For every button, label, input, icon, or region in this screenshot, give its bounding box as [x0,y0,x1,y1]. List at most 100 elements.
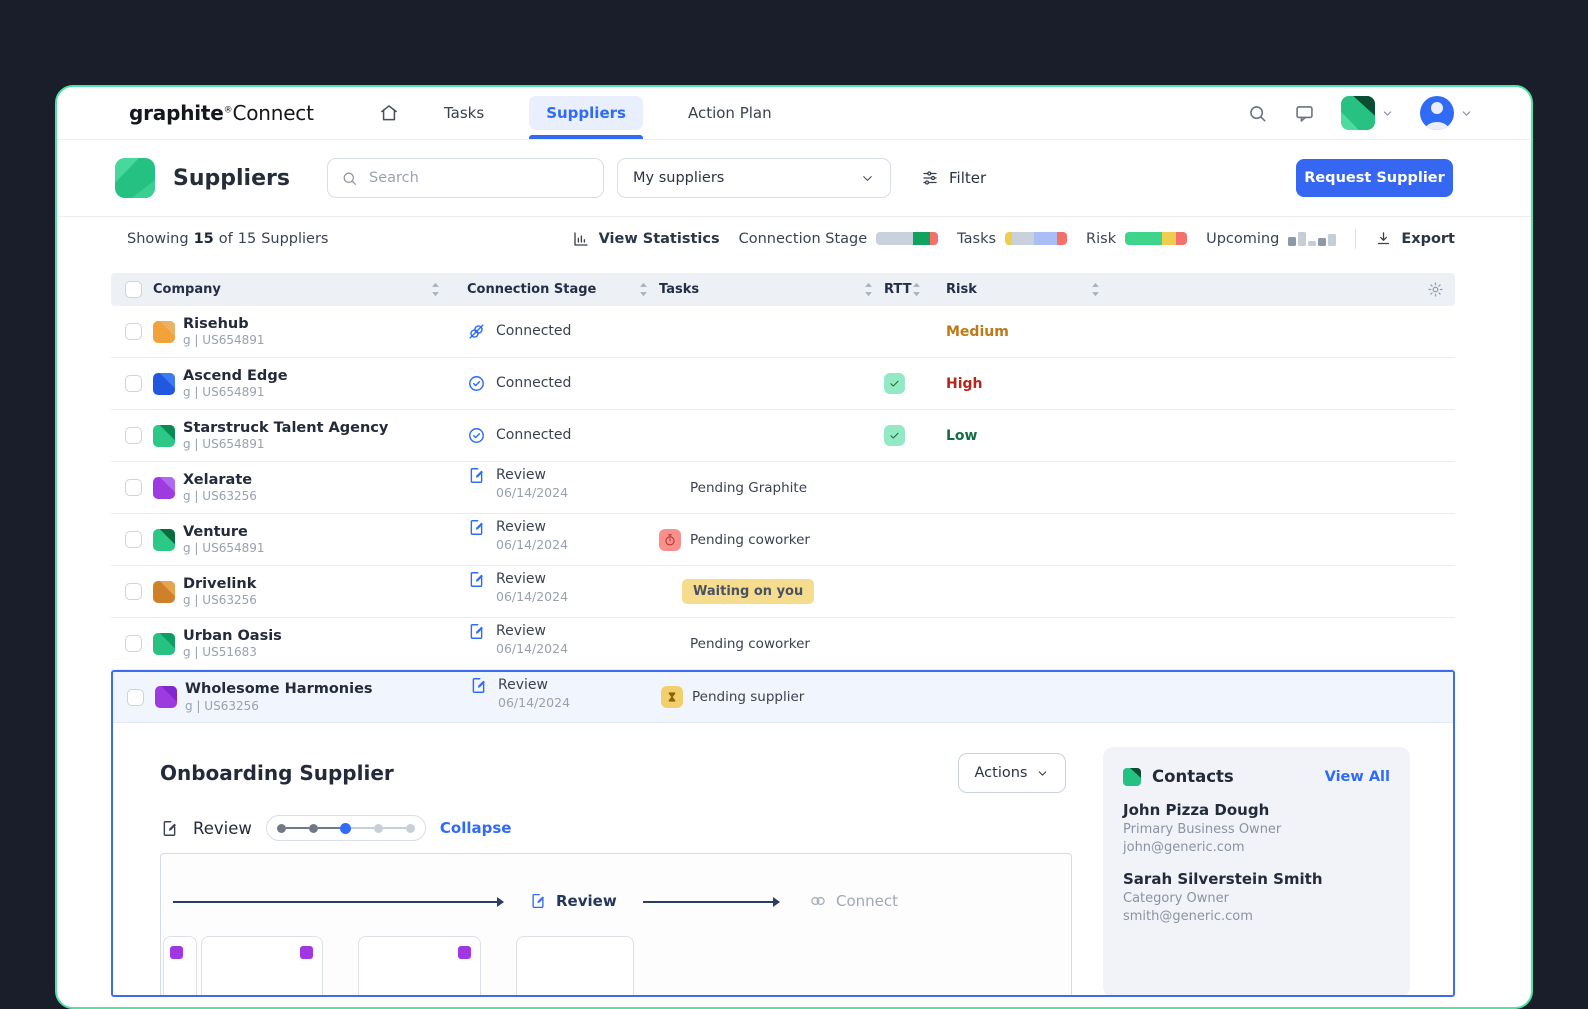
tasks-cell [659,358,884,409]
company-logo [153,320,175,343]
row-checkbox[interactable] [127,688,144,706]
filler-cell [1111,566,1415,617]
table-row[interactable]: Venture g | US654891 Review 06/14/2024 Pendi… [111,514,1455,566]
rtt-cell [884,618,928,669]
chevron-down-icon [1381,107,1394,120]
stage-text: Connected [496,322,571,340]
stage-label: Review [496,519,546,535]
timeline-stage-review: Review [529,892,617,910]
company-logo [153,424,175,447]
table-row[interactable]: Wholesome Harmonies g | US63256 Review 06/1… [113,672,1453,723]
check-circle-icon [467,426,486,445]
contacts-title: Contacts [1152,767,1234,786]
timeline-card-marker [300,946,313,959]
sort-icon[interactable] [1090,282,1101,297]
sort-icon[interactable] [430,282,441,297]
row-checkbox[interactable] [125,635,142,652]
view-all-link[interactable]: View All [1325,769,1390,785]
tasks-cell: Pending coworker [659,514,884,565]
connection-stage-cell: Connected [451,306,659,357]
connect-icon [809,892,827,910]
sort-icon[interactable] [638,282,649,297]
legend-bar [876,232,939,245]
tasks-cell [659,410,884,461]
collapse-link[interactable]: Collapse [440,819,512,837]
connection-stage-cell: Review 06/14/2024 [453,672,661,726]
table-row[interactable]: Drivelink g | US63256 Review 06/14/2024 Wait… [111,566,1455,618]
request-supplier-button[interactable]: Request Supplier [1296,159,1453,197]
legend-segment [1012,232,1034,245]
row-checkbox[interactable] [125,479,142,496]
rtt-cell [884,410,928,461]
nav-item-tasks[interactable]: Tasks [427,87,501,139]
column-header-filler [1111,273,1415,306]
row-checkbox[interactable] [125,323,142,340]
legend-connection-stage[interactable]: Connection Stage [739,231,939,247]
table-row[interactable]: Urban Oasis g | US51683 Review 06/14/2024 Pe… [111,618,1455,670]
nav-item-action-plan[interactable]: Action Plan [671,87,789,139]
company-name: Xelarate [183,471,253,488]
row-checkbox[interactable] [125,427,142,444]
user-menu[interactable] [1420,96,1473,130]
upcoming-legend[interactable]: Upcoming [1206,230,1337,247]
suppliers-table: Company Connection Stage Tasks RTT Risk Rise… [111,273,1455,997]
search-icon[interactable] [1247,103,1268,124]
task-icon-chip [659,528,681,551]
filler-cell [1111,358,1415,409]
nav-item-label: Action Plan [687,104,772,122]
legend-tasks[interactable]: Tasks [957,231,1067,247]
legend-risk[interactable]: Risk [1086,231,1188,247]
table-row[interactable]: Xelarate g | US63256 Review 06/14/2024 Pendi… [111,462,1455,514]
stepper-segment [383,826,406,830]
row-checkbox[interactable] [125,375,142,392]
column-header-connection-stage: Connection Stage [451,273,659,306]
sort-icon[interactable] [911,282,922,297]
timeline-card [358,936,481,995]
sort-icon[interactable] [863,282,874,297]
gear-icon[interactable] [1427,281,1444,298]
table-body: Risehub g | US654891 Connected Medium Ascend… [111,306,1455,670]
check-icon [888,377,901,390]
scope-select[interactable]: My suppliers [617,158,891,198]
row-checkbox[interactable] [125,583,142,600]
supplier-search[interactable] [327,158,604,198]
column-header-select [111,273,153,306]
search-input[interactable] [367,169,590,187]
contact-name: Sarah Silverstein Smith [1123,870,1323,888]
upcoming-label: Upcoming [1206,230,1280,247]
table-row[interactable]: Ascend Edge g | US654891 Connected High [111,358,1455,410]
table-row[interactable]: Starstruck Talent Agency g | US654891 Conn… [111,410,1455,462]
view-statistics-label: View Statistics [598,230,720,247]
upcoming-mini-chart [1288,231,1337,246]
filter-button[interactable]: Filter [915,168,992,188]
row-select-cell [111,410,153,461]
company-logo [153,528,175,551]
row-actions-cell [1415,566,1455,617]
company-text: Venture g | US654891 [183,523,265,557]
select-all-checkbox[interactable] [125,281,142,298]
company-logo [153,580,175,603]
view-statistics-button[interactable]: View Statistics [572,230,720,248]
company-text: Urban Oasis g | US51683 [183,627,282,661]
legend-segment [913,232,931,245]
column-label: Risk [946,282,977,297]
connection-stage-cell: Review 06/14/2024 [451,614,659,673]
chat-icon[interactable] [1294,103,1315,124]
task-status-badge: Waiting on you [682,579,815,604]
rtt-cell [884,306,928,357]
rtt-pass-badge [884,373,905,394]
top-navbar: graphite®Connect Tasks Suppliers Action Pl… [57,87,1531,140]
org-switcher[interactable] [1341,96,1394,130]
row-checkbox[interactable] [125,531,142,548]
legend-segment [1057,232,1067,245]
risk-level: High [946,375,983,392]
home-icon[interactable] [379,103,399,123]
company-text: Ascend Edge g | US654891 [183,367,288,401]
nav-item-suppliers[interactable]: Suppliers [529,87,643,139]
stage-date: 06/14/2024 [496,641,569,657]
contact-entry: John Pizza Dough Primary Business Owner jo… [1123,801,1390,855]
filler-cell [1111,306,1415,357]
export-button[interactable]: Export [1375,230,1455,247]
table-row[interactable]: Risehub g | US654891 Connected Medium [111,306,1455,358]
actions-button[interactable]: Actions [958,753,1066,793]
